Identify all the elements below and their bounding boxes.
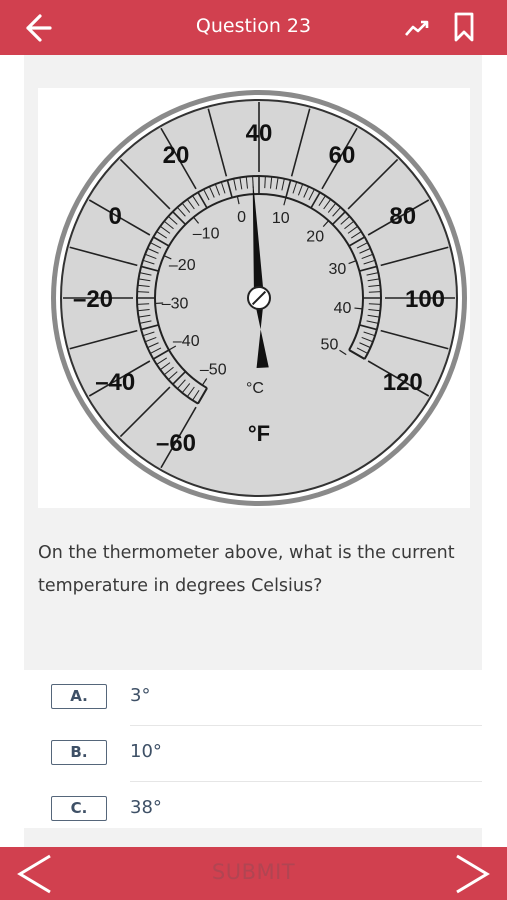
celsius-label: –30 [162, 295, 189, 312]
celsius-label: 30 [329, 261, 347, 278]
bookmark-icon[interactable] [450, 11, 478, 43]
celsius-label: 0 [237, 209, 246, 226]
answer-option-b[interactable]: B. 10° [24, 726, 482, 782]
trend-up-icon[interactable] [402, 14, 434, 42]
answer-option-c[interactable]: C. 38° [24, 782, 482, 838]
celsius-leader [354, 307, 363, 310]
thermometer-dial: –60–40–20020406080100120–50–40–30–20–100… [51, 90, 467, 506]
answer-option-a[interactable]: A. 3° [24, 670, 482, 726]
bottom-bar: SUBMIT [0, 847, 507, 900]
celsius-label: 10 [272, 210, 290, 227]
celsius-label: –20 [169, 257, 196, 274]
celsius-label: –10 [193, 226, 220, 243]
fahrenheit-label: 0 [109, 203, 122, 230]
fahrenheit-label: 60 [329, 142, 356, 169]
top-bar: Question 23 [0, 0, 507, 55]
fahrenheit-label: 80 [389, 203, 416, 230]
answer-key-c: C. [51, 796, 107, 821]
band-tick [368, 291, 381, 293]
chevron-right-icon[interactable] [453, 854, 493, 894]
answer-list: A. 3° B. 10° C. 38° [24, 670, 482, 828]
answer-text-a: 3° [130, 685, 151, 706]
answer-text-b: 10° [130, 741, 162, 762]
question-text: On the thermometer above, what is the cu… [38, 543, 455, 596]
celsius-label: –50 [200, 361, 227, 378]
right-gutter [482, 55, 507, 847]
fahrenheit-label: 20 [163, 142, 190, 169]
band-tick [368, 303, 381, 305]
band-tick [137, 291, 150, 293]
band-tick [264, 176, 266, 189]
fahrenheit-unit-label: °F [248, 421, 270, 446]
celsius-unit-label: °C [246, 380, 264, 397]
fahrenheit-label: –40 [95, 369, 135, 396]
answer-key-a: A. [51, 684, 107, 709]
band-tick [137, 303, 150, 305]
fahrenheit-label: –60 [156, 430, 196, 457]
celsius-label: 40 [334, 300, 352, 317]
answer-text-c: 38° [130, 797, 162, 818]
fahrenheit-label: 100 [405, 286, 445, 313]
answer-key-b: B. [51, 740, 107, 765]
thermometer-figure: –60 –40 –20 0 20 40 60 80 100 120 –50 –40 –30 –20 –10 0… [38, 88, 470, 508]
submit-button[interactable]: SUBMIT [0, 860, 507, 884]
left-gutter [0, 55, 24, 847]
celsius-label: 20 [306, 229, 324, 246]
fahrenheit-label: 120 [383, 369, 423, 396]
celsius-label: –40 [173, 333, 200, 350]
fahrenheit-label: –20 [73, 286, 113, 313]
fahrenheit-label: 40 [246, 120, 273, 147]
celsius-label: 50 [321, 337, 339, 354]
